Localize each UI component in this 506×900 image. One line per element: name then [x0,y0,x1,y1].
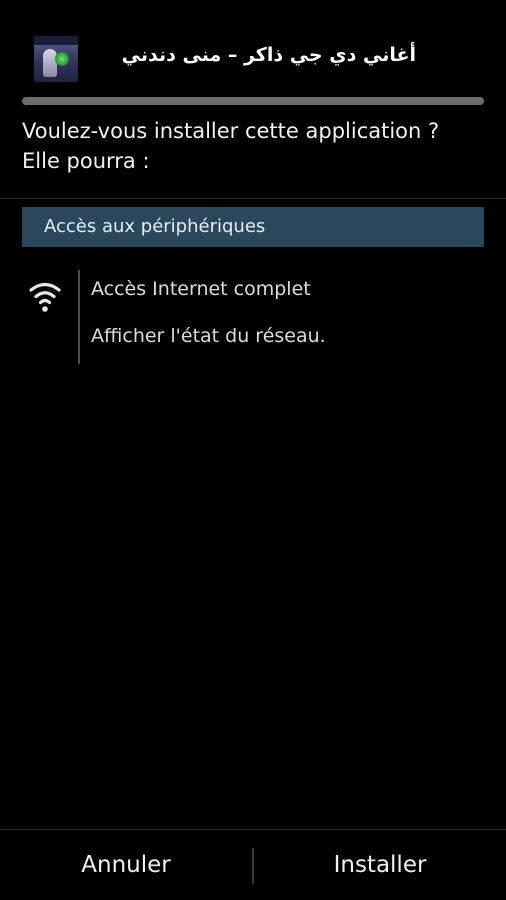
app-name: أغاني دي جي ذاكر – منى دندني [121,44,416,66]
section-divider [0,198,506,199]
permission-category-header: Accès aux périphériques [22,207,484,247]
app-icon [34,36,78,82]
install-subtitle: Elle pourra : [22,149,150,173]
wifi-icon [29,282,61,312]
app-header: أغاني دي جي ذاكر – منى دندني [0,0,506,96]
install-button[interactable]: Installer [254,830,506,900]
app-icon-figure [43,49,57,77]
cancel-button[interactable]: Annuler [0,830,252,900]
app-icon-disc [55,52,69,66]
install-prompt: Voulez-vous installer cette application … [22,116,492,176]
permission-group: Accès Internet complet Afficher l'état d… [0,270,506,364]
permission-category-label: Accès aux périphériques [44,216,266,237]
permission-group-divider [78,270,80,364]
permission-item: Afficher l'état du réseau. [91,325,326,347]
permission-item: Accès Internet complet [91,278,311,300]
app-icon-banner [34,36,78,45]
header-divider [22,97,484,105]
install-question: Voulez-vous installer cette application … [22,119,440,143]
